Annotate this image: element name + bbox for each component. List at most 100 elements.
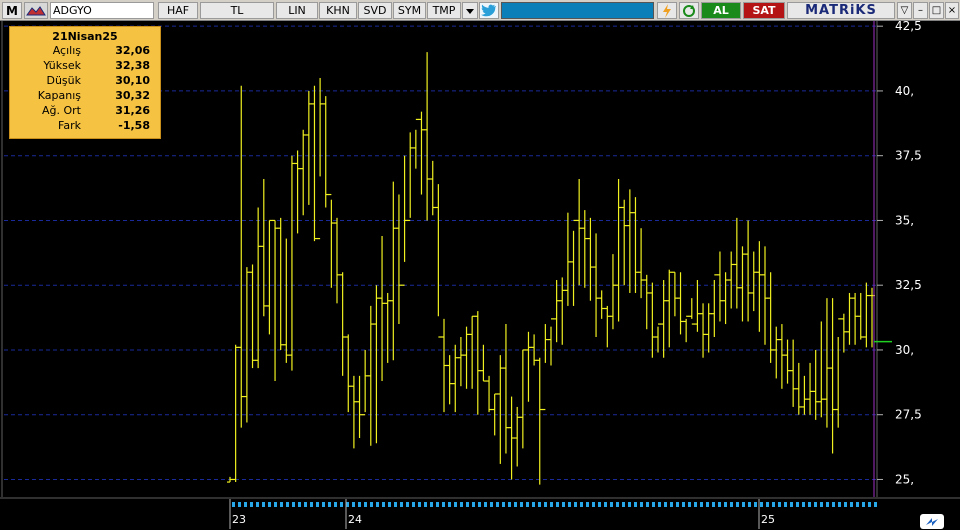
ohlc-bar	[260, 179, 267, 317]
ohlc-bar	[621, 199, 628, 286]
tl-button[interactable]: TL	[200, 2, 274, 19]
ohlc-bar	[390, 181, 397, 361]
info-label: Ağ. Ort	[42, 104, 81, 117]
month-tick	[478, 502, 481, 507]
ohlc-bar	[553, 280, 560, 343]
matriks-logo: MATRiKS	[787, 2, 895, 19]
month-tick	[790, 502, 793, 507]
ohlc-bar	[835, 318, 842, 428]
month-tick	[796, 502, 799, 507]
close-icon[interactable]: ×	[945, 2, 959, 19]
sym-button[interactable]: SYM	[393, 2, 426, 19]
month-tick	[526, 502, 529, 507]
ohlc-bar	[801, 375, 808, 415]
ohlc-bar	[356, 375, 363, 439]
refresh-icon[interactable]	[679, 2, 699, 19]
month-tick	[628, 502, 631, 507]
ohlc-bar	[238, 85, 245, 428]
ohlc-bar	[514, 406, 521, 467]
month-tick	[700, 502, 703, 507]
symbol-logo-icon	[24, 2, 48, 19]
month-tick	[874, 502, 877, 507]
month-tick	[502, 502, 505, 507]
month-tick	[688, 502, 691, 507]
ohlc-bar	[604, 305, 611, 348]
month-tick	[802, 502, 805, 507]
ohlc-bar	[266, 219, 273, 335]
ohlc-bar	[846, 292, 853, 345]
ohlc-bar	[350, 375, 357, 449]
flash-icon[interactable]	[657, 2, 677, 19]
month-tick	[292, 502, 295, 507]
ohlc-bar	[305, 90, 312, 205]
ohlc-bar	[840, 313, 847, 353]
ohlc-bar	[666, 269, 673, 348]
info-label: Fark	[58, 119, 81, 132]
month-tick	[682, 502, 685, 507]
minimize-icon[interactable]: –	[913, 2, 928, 19]
dropdown-arrow-icon[interactable]	[462, 2, 478, 19]
ohlc-bar	[525, 331, 532, 402]
month-tick	[760, 502, 763, 507]
ohlc-bar	[345, 334, 352, 413]
ohlc-bar	[863, 282, 870, 348]
ohlc-bar	[716, 251, 723, 322]
buy-button[interactable]: AL	[701, 2, 741, 19]
month-tick	[598, 502, 601, 507]
ohlc-bar	[638, 228, 645, 299]
info-value: 30,32	[115, 89, 150, 102]
month-tick	[580, 502, 583, 507]
month-tick	[778, 502, 781, 507]
ohlc-info-panel: 21Nisan25 Açılış 32,06 Yüksek 32,38 Düşük 30,…	[9, 26, 161, 139]
month-tick	[772, 502, 775, 507]
ohlc-bar	[784, 339, 791, 384]
month-tick	[532, 502, 535, 507]
ohlc-bar	[615, 179, 622, 322]
maximize-icon[interactable]: □	[929, 2, 944, 19]
ohlc-bar	[559, 277, 566, 345]
pin-icon[interactable]: ▽	[897, 2, 912, 19]
month-tick	[736, 502, 739, 507]
ohlc-bar	[452, 344, 459, 413]
ohlc-bar	[683, 315, 690, 343]
month-tick	[238, 502, 241, 507]
tmp-button[interactable]: TMP	[427, 2, 461, 19]
ohlc-bar	[294, 150, 301, 234]
month-tick	[340, 502, 343, 507]
month-tick	[334, 502, 337, 507]
info-value: 32,38	[115, 59, 150, 72]
svd-button[interactable]: SVD	[358, 2, 392, 19]
info-label: Düşük	[46, 74, 81, 87]
month-tick	[664, 502, 667, 507]
month-tick	[604, 502, 607, 507]
haf-button[interactable]: HAF	[158, 2, 198, 19]
ohlc-bar	[379, 235, 386, 382]
y-tick-label: 27,5	[895, 408, 922, 422]
ohlc-bar	[367, 305, 374, 446]
ohlc-bar	[407, 132, 414, 222]
khn-button[interactable]: KHN	[319, 2, 357, 19]
ohlc-bar	[401, 155, 408, 286]
ohlc-bar	[486, 375, 493, 413]
month-tick	[358, 502, 361, 507]
month-tick	[820, 502, 823, 507]
year-label-23: 23	[232, 513, 246, 526]
year-label-25: 25	[761, 513, 775, 526]
sell-button[interactable]: SAT	[743, 2, 785, 19]
ohlc-bar	[733, 217, 740, 309]
twitter-icon[interactable]	[479, 2, 499, 19]
symbol-input[interactable]: ADGYO	[50, 2, 154, 19]
ohlc-bar	[778, 324, 785, 389]
month-tick	[406, 502, 409, 507]
symbol-menu-button[interactable]: M	[2, 2, 22, 19]
scroll-nav-icon[interactable]	[920, 514, 944, 529]
ohlc-bar	[311, 85, 318, 242]
month-tick	[232, 502, 235, 507]
ohlc-bar	[818, 321, 825, 418]
info-value: -1,58	[118, 119, 150, 132]
month-tick	[784, 502, 787, 507]
month-tick	[370, 502, 373, 507]
lin-button[interactable]: LIN	[276, 2, 318, 19]
ohlc-bar	[609, 254, 616, 330]
month-tick	[394, 502, 397, 507]
